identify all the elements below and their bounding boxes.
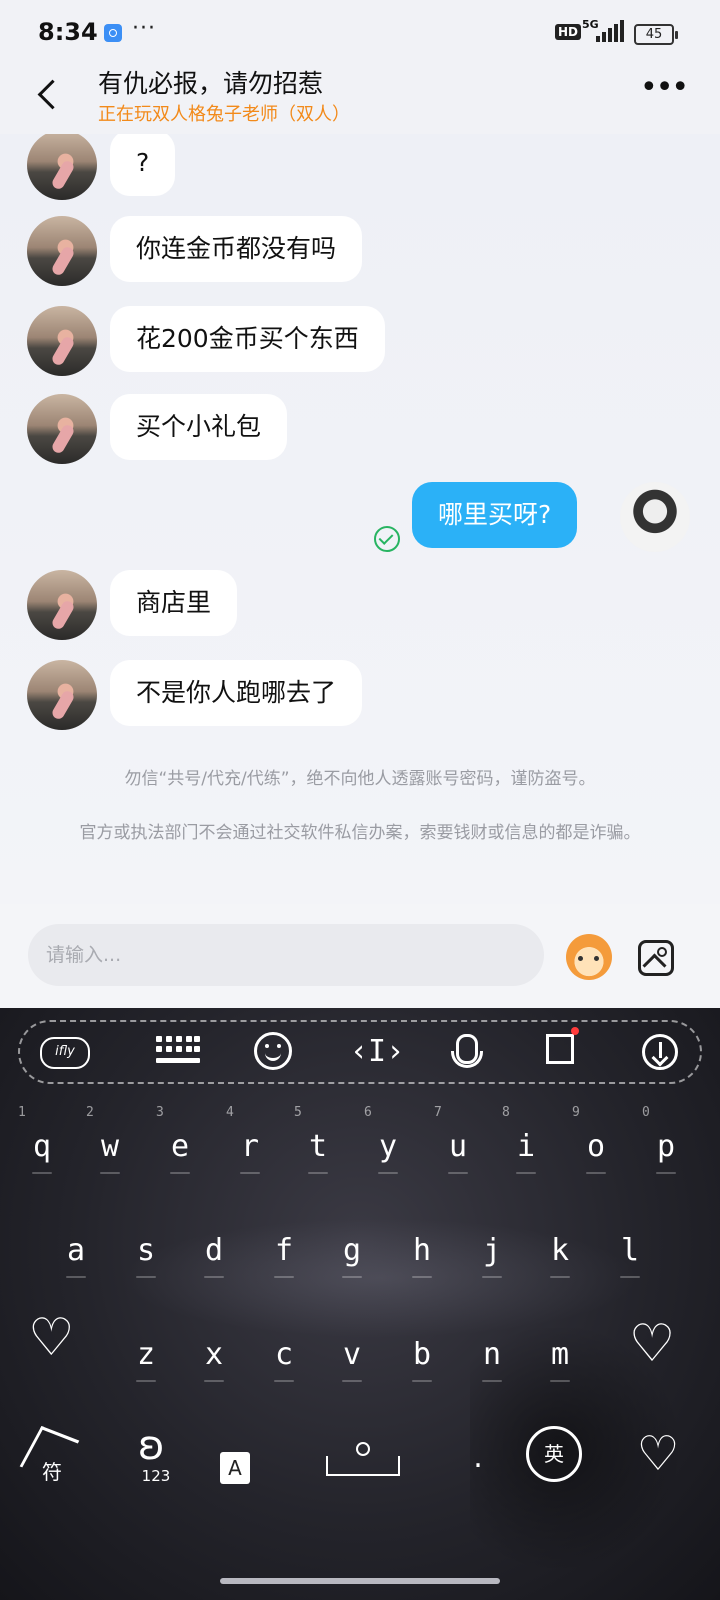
- sticker-icon[interactable]: [566, 934, 612, 980]
- message-bubble[interactable]: 你连金币都没有吗: [110, 216, 363, 282]
- key-t[interactable]: 5t: [288, 1106, 348, 1182]
- video-icon[interactable]: [546, 1027, 579, 1064]
- chat-history[interactable]: ? 你连金币都没有吗 花200金币买个东西 买个小礼包 哪里买呀? 商店里 不是…: [0, 134, 720, 904]
- contact-name: 有仇必报，请勿招惹: [98, 69, 324, 98]
- microphone-icon[interactable]: [451, 1034, 483, 1068]
- key-b[interactable]: b: [392, 1320, 452, 1390]
- key-w[interactable]: 2w: [80, 1106, 140, 1182]
- key-f[interactable]: f: [254, 1216, 314, 1286]
- battery-icon: 45: [634, 24, 678, 45]
- keyboard-toolbar: ifly ‹I›: [18, 1020, 702, 1084]
- key-m[interactable]: m: [530, 1320, 590, 1390]
- contact-avatar[interactable]: [27, 660, 97, 730]
- contact-avatar[interactable]: [27, 216, 97, 286]
- contact-avatar[interactable]: [27, 570, 97, 640]
- enter-key-icon[interactable]: ♡: [628, 1426, 688, 1482]
- key-s[interactable]: s: [116, 1216, 176, 1286]
- key-k[interactable]: k: [530, 1216, 590, 1286]
- my-avatar[interactable]: [620, 482, 690, 552]
- keyboard: ifly ‹I› 1q 2w 3e 4r 5t 6y 7u 8i 9o 0p a…: [0, 1008, 720, 1600]
- key-l[interactable]: l: [600, 1216, 660, 1286]
- key-n[interactable]: n: [462, 1320, 522, 1390]
- shift-key-icon[interactable]: [28, 1308, 78, 1368]
- fraud-notice: 官方或执法部门不会通过社交软件私信办案，索要钱财或信息的都是诈骗。: [79, 823, 641, 843]
- home-indicator[interactable]: [220, 1578, 500, 1584]
- key-q[interactable]: 1q: [12, 1106, 72, 1182]
- key-p[interactable]: 0p: [636, 1106, 696, 1182]
- language-switch-key[interactable]: 英: [526, 1426, 582, 1482]
- period-key[interactable]: .: [458, 1438, 498, 1488]
- message-composer: [0, 904, 720, 1008]
- backspace-key-icon[interactable]: ♡: [624, 1316, 680, 1372]
- contact-status[interactable]: 正在玩双人格兔子老师（双人）: [98, 100, 350, 126]
- message-bubble[interactable]: 不是你人跑哪去了: [110, 660, 363, 726]
- more-notifications-icon: ···: [132, 16, 156, 41]
- message-bubble[interactable]: 花200金币买个东西: [110, 306, 385, 372]
- signal-icon: 5G: [582, 18, 628, 44]
- key-y[interactable]: 6y: [358, 1106, 418, 1182]
- number-key[interactable]: 123: [126, 1416, 186, 1486]
- ifly-logo-icon[interactable]: ifly: [40, 1037, 90, 1069]
- key-v[interactable]: v: [322, 1320, 382, 1390]
- space-key[interactable]: [290, 1434, 430, 1484]
- key-i[interactable]: 8i: [496, 1106, 556, 1182]
- security-notice: 勿信“共号/代充/代练”，绝不向他人透露账号密码，谨防盗号。: [124, 769, 596, 789]
- status-time: 8:34: [38, 18, 98, 46]
- symbol-key-label: 符: [42, 1460, 62, 1484]
- contact-avatar[interactable]: [27, 394, 97, 464]
- back-button[interactable]: [30, 74, 70, 114]
- emoji-icon[interactable]: [254, 1032, 292, 1070]
- keyboard-layout-icon[interactable]: [156, 1036, 200, 1068]
- key-o[interactable]: 9o: [566, 1106, 626, 1182]
- key-g[interactable]: g: [322, 1216, 382, 1286]
- contact-avatar[interactable]: [27, 306, 97, 376]
- key-h[interactable]: h: [392, 1216, 452, 1286]
- message-bubble[interactable]: 商店里: [110, 570, 238, 636]
- contact-avatar[interactable]: [27, 134, 97, 200]
- hd-badge: HD: [555, 24, 582, 40]
- message-bubble[interactable]: ?: [110, 134, 176, 196]
- chat-header: 有仇必报，请勿招惹 正在玩双人格兔子老师（双人） •••: [0, 64, 720, 134]
- key-j[interactable]: j: [462, 1216, 522, 1286]
- message-bubble[interactable]: 买个小礼包: [110, 394, 288, 460]
- key-c[interactable]: c: [254, 1320, 314, 1390]
- more-options-button[interactable]: •••: [640, 73, 689, 108]
- hide-keyboard-icon[interactable]: [642, 1034, 678, 1070]
- key-r[interactable]: 4r: [220, 1106, 280, 1182]
- key-d[interactable]: d: [184, 1216, 244, 1286]
- image-icon[interactable]: [638, 940, 674, 976]
- key-u[interactable]: 7u: [428, 1106, 488, 1182]
- message-input[interactable]: [28, 924, 544, 986]
- read-check-icon: [374, 526, 400, 552]
- key-z[interactable]: z: [116, 1320, 176, 1390]
- app-notification-icon: [104, 24, 122, 42]
- key-e[interactable]: 3e: [150, 1106, 210, 1182]
- cursor-move-icon[interactable]: ‹I›: [350, 1030, 404, 1074]
- key-x[interactable]: x: [184, 1320, 244, 1390]
- key-a[interactable]: a: [46, 1216, 106, 1286]
- status-bar: 8:34 ··· HD 5G 45: [0, 0, 720, 64]
- input-mode-key[interactable]: A: [220, 1452, 250, 1484]
- message-bubble[interactable]: 哪里买呀?: [412, 482, 578, 548]
